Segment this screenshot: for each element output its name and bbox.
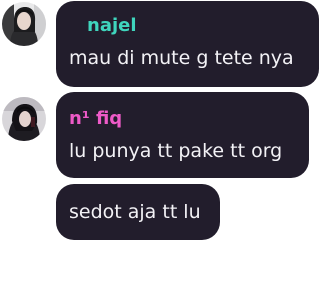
avatar-fiq[interactable] [2,97,46,141]
user-avatar-icon [2,97,46,141]
message-text: lu punya tt pake tt org [69,140,283,162]
message-text: mau di mute g tete nya [69,47,294,69]
message-bubble[interactable]: n¹ fiq lu punya tt pake tt org [56,92,309,178]
message-text: sedot aja tt lu [69,201,201,223]
message-author[interactable]: n¹ fiq [69,109,122,129]
message-author[interactable]: najel [87,16,137,36]
message-bubble[interactable]: najel mau di mute g tete nya [56,1,319,87]
avatar-najel[interactable] [2,2,46,46]
user-avatar-icon [2,2,46,46]
chat-screen: najel mau di mute g tete nya n¹ fiq lu p… [0,0,320,292]
message-bubble[interactable]: sedot aja tt lu [56,184,220,240]
